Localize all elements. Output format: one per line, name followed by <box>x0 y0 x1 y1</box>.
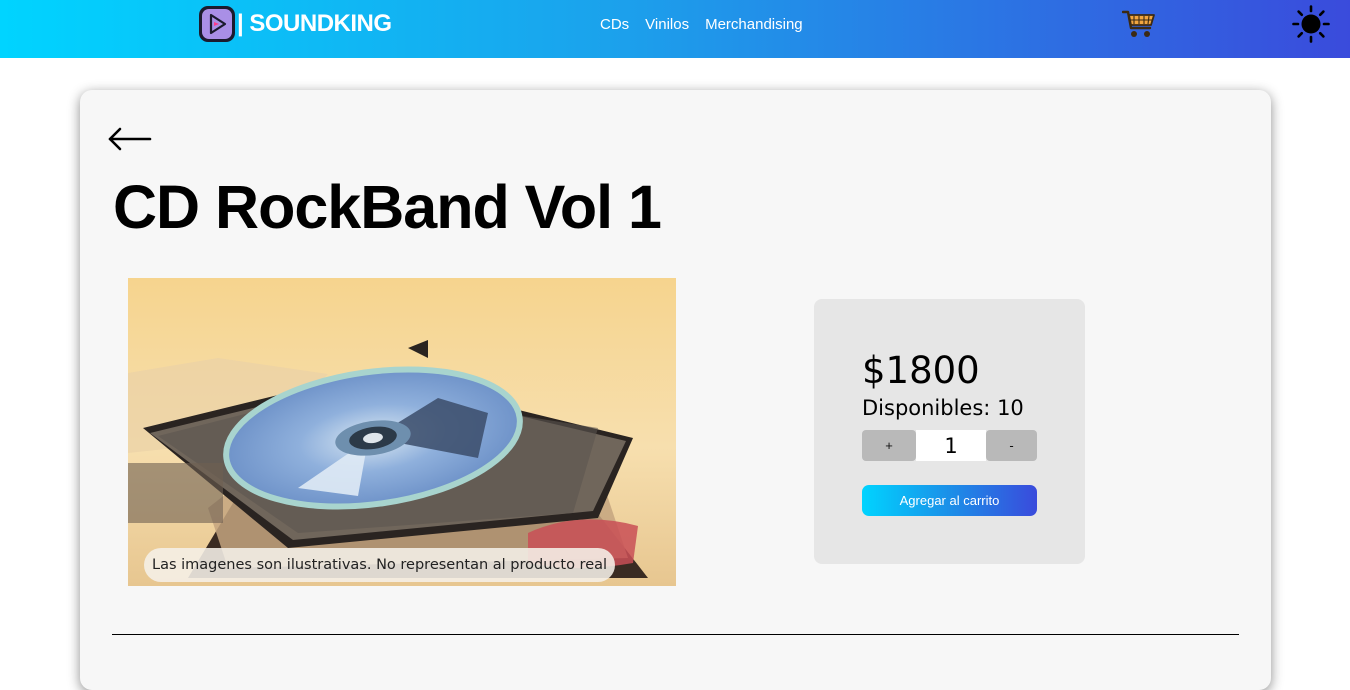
product-price: $1800 <box>862 349 980 392</box>
nav-link-cds[interactable]: CDs <box>600 16 629 33</box>
decrement-quantity-button[interactable]: - <box>986 430 1037 461</box>
quantity-input[interactable] <box>916 430 986 461</box>
shopping-cart-icon[interactable] <box>1122 8 1156 40</box>
back-arrow-icon[interactable] <box>108 126 152 152</box>
nav-link-vinilos[interactable]: Vinilos <box>645 16 689 33</box>
play-logo-icon <box>199 6 235 42</box>
product-card: CD RockBand Vol 1 Las imagenes son ilust… <box>80 90 1271 690</box>
add-to-cart-button[interactable]: Agregar al carrito <box>862 485 1037 516</box>
brand-name: | SOUNDKING <box>237 10 392 37</box>
stock-info: Disponibles: 10 <box>862 396 1024 420</box>
stock-value: 10 <box>997 396 1024 420</box>
sun-icon[interactable] <box>1292 5 1330 43</box>
cd-stack-photo <box>128 278 676 586</box>
stock-label: Disponibles: <box>862 396 991 420</box>
main-nav: CDs Vinilos Merchandising <box>600 16 803 33</box>
increment-quantity-button[interactable]: + <box>862 430 916 461</box>
nav-link-merchandising[interactable]: Merchandising <box>705 16 803 33</box>
quantity-stepper: + - <box>862 430 1037 461</box>
purchase-panel: $1800 Disponibles: 10 + - Agregar al car… <box>814 299 1085 564</box>
product-title: CD RockBand Vol 1 <box>113 173 662 241</box>
image-disclaimer: Las imagenes son ilustrativas. No repres… <box>144 548 616 582</box>
brand-home-link[interactable]: | SOUNDKING <box>197 4 392 44</box>
section-divider <box>112 634 1239 635</box>
product-image: Las imagenes son ilustrativas. No repres… <box>128 278 676 586</box>
top-navbar: | SOUNDKING CDs Vinilos Merchandising <box>0 0 1350 58</box>
